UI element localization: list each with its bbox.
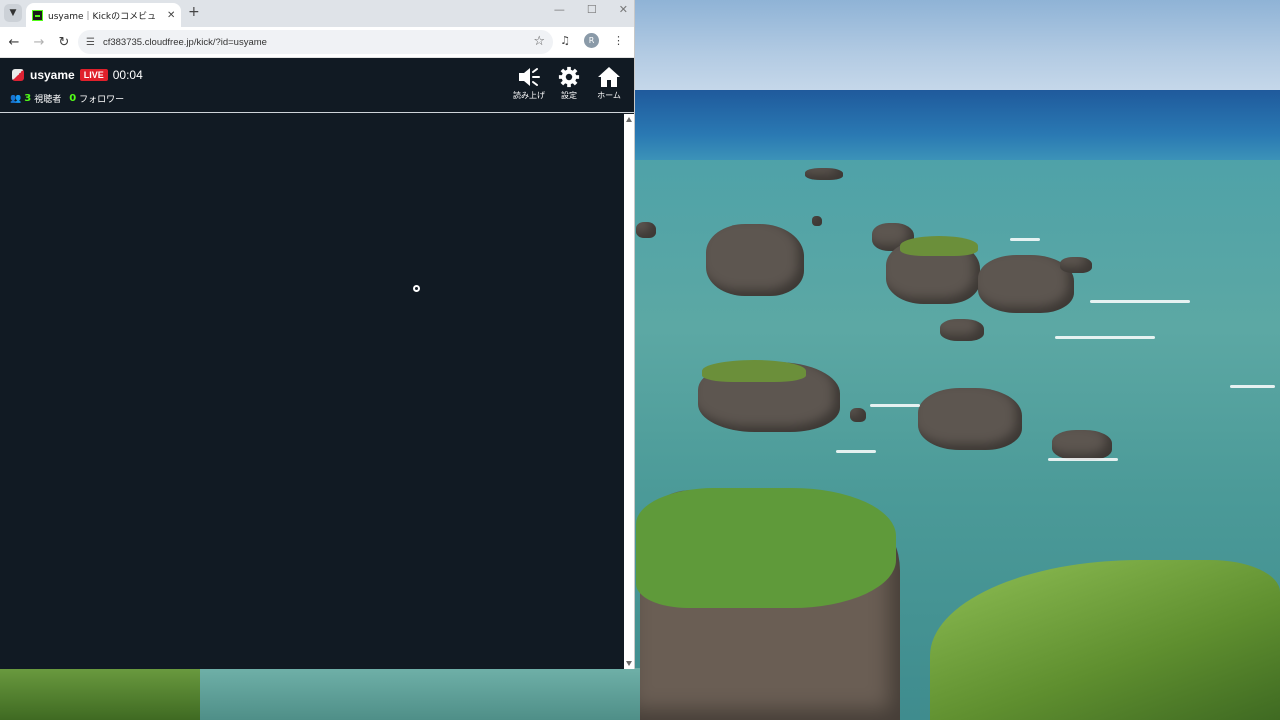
browser-window: ▼ usyame｜Kickのコメビュ ✕ + — ☐ ✕ ← → ↻ ☰ cf3…	[0, 0, 635, 669]
viewers-label: 視聴者	[34, 95, 62, 105]
wallpaper-rock	[850, 408, 866, 422]
new-tab-button[interactable]: +	[188, 4, 200, 20]
forward-arrow-icon[interactable]: →	[28, 35, 50, 50]
stream-elapsed-time: 00:04	[112, 68, 143, 82]
viewers-icon: 👥	[10, 93, 22, 104]
minimize-icon[interactable]: —	[554, 3, 565, 16]
close-window-icon[interactable]: ✕	[619, 3, 628, 16]
home-icon	[598, 67, 620, 87]
gear-icon	[558, 66, 580, 88]
wallpaper-moss	[702, 360, 806, 382]
live-badge: LIVE	[79, 69, 108, 81]
media-controls-icon[interactable]: ♫	[560, 34, 570, 47]
header-actions: 読み上げ 設定 ホーム	[513, 66, 625, 101]
site-info-icon[interactable]: ☰	[86, 37, 95, 48]
tab-strip: ▼ usyame｜Kickのコメビュ ✕ + — ☐ ✕	[0, 0, 634, 27]
comment-scrollbar[interactable]	[624, 114, 634, 669]
wallpaper-foam	[1090, 300, 1190, 303]
streamer-name: usyame	[30, 68, 75, 82]
wallpaper-foam	[1055, 336, 1155, 339]
scroll-down-arrow-icon[interactable]	[626, 661, 632, 666]
followers-count: 0	[69, 93, 77, 104]
read-aloud-label: 読み上げ	[513, 91, 545, 100]
streamer-info: usyame LIVE 00:04	[12, 68, 143, 82]
wallpaper-foam	[1010, 238, 1040, 241]
wallpaper-foam	[1230, 385, 1275, 388]
tab-search-button[interactable]: ▼	[4, 4, 22, 22]
wallpaper-rock	[812, 216, 822, 226]
settings-button[interactable]: 設定	[553, 66, 585, 101]
address-bar[interactable]: ☰ cf383735.cloudfree.jp/kick/?id=usyame …	[78, 30, 553, 54]
home-label: ホーム	[597, 91, 621, 100]
url-text[interactable]: cf383735.cloudfree.jp/kick/?id=usyame	[103, 37, 267, 48]
tab-close-icon[interactable]: ✕	[167, 10, 175, 21]
browser-toolbar: ← → ↻ ☰ cf383735.cloudfree.jp/kick/?id=u…	[0, 27, 634, 58]
comment-list[interactable]	[0, 114, 624, 669]
profile-avatar[interactable]: R	[584, 33, 599, 48]
stream-stats: 👥 3 視聴者 0 フォロワー	[10, 92, 132, 105]
wallpaper-foam	[836, 450, 876, 453]
window-controls: — ☐ ✕	[554, 3, 628, 16]
wallpaper-rock	[706, 224, 804, 296]
mouse-cursor-icon	[413, 285, 420, 292]
browser-menu-icon[interactable]: ⋮	[613, 34, 624, 47]
streamer-avatar	[12, 69, 24, 81]
reload-icon[interactable]: ↻	[53, 35, 75, 50]
stream-header: usyame LIVE 00:04 👥 3 視聴者 0 フォロワー 読み上げ 設…	[0, 58, 634, 113]
followers-label: フォロワー	[79, 95, 125, 105]
speaker-icon	[519, 68, 540, 86]
read-aloud-button[interactable]: 読み上げ	[513, 66, 545, 101]
wallpaper-shallows	[200, 668, 640, 720]
wallpaper-rock	[1052, 430, 1112, 460]
wallpaper-rock	[636, 222, 656, 238]
maximize-icon[interactable]: ☐	[587, 3, 597, 16]
wallpaper-cliff-grass	[636, 488, 896, 608]
scroll-up-arrow-icon[interactable]	[626, 117, 632, 122]
comment-viewer-page: usyame LIVE 00:04 👥 3 視聴者 0 フォロワー 読み上げ 設…	[0, 58, 634, 669]
bookmark-star-icon[interactable]: ☆	[533, 34, 545, 49]
back-arrow-icon[interactable]: ←	[3, 35, 25, 50]
settings-label: 設定	[561, 91, 577, 100]
kick-favicon-icon	[32, 9, 43, 21]
tab-title: usyame｜Kickのコメビュ	[48, 11, 157, 22]
wallpaper-foam	[1048, 458, 1118, 461]
wallpaper-rock	[918, 388, 1022, 450]
wallpaper-rock	[1060, 257, 1092, 273]
tab-active[interactable]: usyame｜Kickのコメビュ ✕	[26, 3, 181, 27]
home-button[interactable]: ホーム	[593, 66, 625, 101]
wallpaper-foam	[870, 404, 920, 407]
toolbar-right: ♫ R ⋮	[560, 33, 624, 48]
wallpaper-moss	[900, 236, 978, 256]
wallpaper-rock	[805, 168, 843, 180]
viewers-count: 3	[24, 93, 32, 104]
wallpaper-rock	[940, 319, 984, 341]
